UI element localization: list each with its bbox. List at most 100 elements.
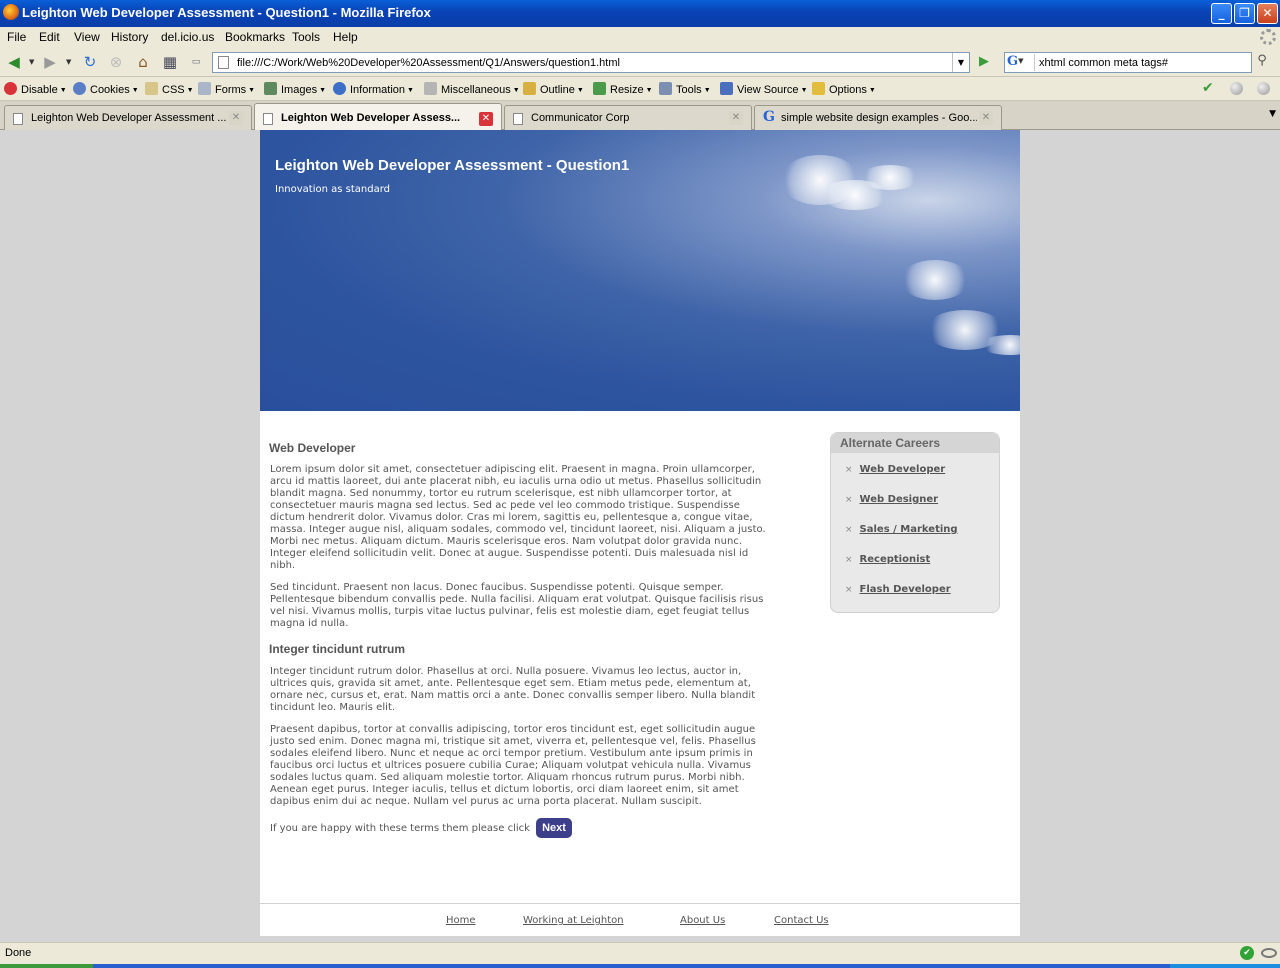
tab-close-icon[interactable]: ✕ — [229, 111, 243, 125]
tab-label: Leighton Web Developer Assessment ... — [31, 112, 227, 124]
web-developer-toolbar: Disable ▼ Cookies ▼ CSS ▼ Forms ▼ Images ▼ In… — [0, 77, 1280, 101]
status-bar: Done ✔ — [0, 942, 1280, 964]
dev-images-menu[interactable]: Images ▼ — [264, 82, 326, 96]
cookies-icon — [73, 82, 86, 95]
reload-icon[interactable]: ↻ — [80, 53, 100, 71]
menu-history[interactable]: History — [111, 30, 148, 44]
tab-label: simple website design examples - Goo... — [781, 112, 977, 124]
list-all-tabs-icon[interactable]: ▼ — [1269, 109, 1276, 119]
career-link-web-developer[interactable]: Web Developer — [860, 464, 946, 475]
status-eye-icon[interactable] — [1261, 948, 1277, 958]
tab-communicator-corp[interactable]: Communicator Corp ✕ — [504, 105, 752, 130]
dev-options-menu[interactable]: Options ▼ — [812, 82, 876, 96]
alternate-careers-box: Alternate Careers × Web Developer × Web De… — [830, 432, 1000, 613]
menu-view[interactable]: View — [74, 30, 100, 44]
header-banner: Leighton Web Developer Assessment - Ques… — [260, 130, 1020, 411]
list-item: × Web Developer — [845, 464, 958, 494]
throbber-icon — [1260, 29, 1276, 45]
options-key-icon — [812, 82, 825, 95]
footer-link-about-us[interactable]: About Us — [680, 915, 725, 926]
menu-help[interactable]: Help — [333, 30, 358, 44]
dev-cookies-menu[interactable]: Cookies ▼ — [73, 82, 139, 96]
paragraph: Integer tincidunt rutrum dolor. Phasellu… — [270, 666, 756, 713]
css-icon — [145, 82, 158, 95]
menu-edit[interactable]: Edit — [39, 30, 60, 44]
stop-icon[interactable]: ⊗ — [106, 53, 126, 71]
forward-history-dropdown-icon[interactable]: ▼ — [66, 58, 71, 66]
back-arrow-icon[interactable]: ◀ — [4, 53, 24, 71]
tab-bar: Leighton Web Developer Assessment ... ✕ … — [0, 101, 1280, 131]
search-bar[interactable]: G▼ — [1004, 52, 1252, 73]
dev-tools-menu[interactable]: Tools ▼ — [659, 82, 711, 96]
dev-css-menu[interactable]: CSS ▼ — [145, 82, 194, 96]
list-item: × Flash Developer — [845, 584, 958, 614]
tab-close-icon[interactable]: ✕ — [479, 112, 493, 126]
images-icon — [264, 82, 277, 95]
career-link-web-designer[interactable]: Web Designer — [860, 494, 939, 505]
footer-link-contact-us[interactable]: Contact Us — [774, 915, 829, 926]
dev-view-source-menu[interactable]: View Source ▼ — [720, 82, 808, 96]
career-link-sales-marketing[interactable]: Sales / Marketing — [860, 524, 958, 535]
call-to-action: If you are happy with these terms them p… — [270, 818, 769, 838]
page-container: Leighton Web Developer Assessment - Ques… — [260, 130, 1020, 936]
dev-disable-menu[interactable]: Disable ▼ — [4, 82, 67, 96]
miscellaneous-icon — [424, 82, 437, 95]
search-magnifier-icon[interactable]: ⚲ — [1252, 53, 1272, 72]
url-dropdown-icon[interactable]: ▼ — [952, 53, 969, 72]
dev-outline-menu[interactable]: Outline ▼ — [523, 82, 584, 96]
tab-leighton-1[interactable]: Leighton Web Developer Assessment ... ✕ — [4, 105, 252, 130]
taskbar-strip — [0, 964, 1280, 968]
menu-tools[interactable]: Tools — [292, 30, 320, 44]
google-engine-icon[interactable]: G▼ — [1007, 54, 1035, 71]
careers-list: × Web Developer × Web Designer × Sales / Ma… — [845, 464, 958, 614]
dev-information-menu[interactable]: Information ▼ — [333, 82, 414, 96]
forward-arrow-icon[interactable]: ▶ — [40, 53, 60, 71]
tab-label: Communicator Corp — [531, 112, 630, 124]
tab-close-icon[interactable]: ✕ — [729, 111, 743, 125]
tab-close-icon[interactable]: ✕ — [979, 111, 993, 125]
tab-leighton-active[interactable]: Leighton Web Developer Assess... ✕ — [254, 103, 502, 131]
bullet-x-icon: × — [845, 585, 853, 595]
bullet-x-icon: × — [845, 525, 853, 535]
dev-resize-menu[interactable]: Resize ▼ — [593, 82, 653, 96]
sidebar-title: Alternate Careers — [831, 433, 999, 453]
page-info-icon[interactable]: ▦ — [160, 53, 180, 71]
cloud-image — [980, 335, 1020, 355]
home-icon[interactable]: ⌂ — [133, 53, 153, 71]
navigation-toolbar: ◀ ▼ ▶ ▼ ↻ ⊗ ⌂ ▦ ▭ ▼ ▶ G▼ ⚲ — [0, 48, 1280, 77]
js-validation-status-icon[interactable] — [1257, 82, 1270, 95]
disable-icon — [4, 82, 17, 95]
career-link-flash-developer[interactable]: Flash Developer — [860, 584, 951, 595]
tab-label: Leighton Web Developer Assess... — [281, 112, 461, 124]
paragraph: Lorem ipsum dolor sit amet, consectetuer… — [270, 464, 766, 571]
tab-google-search[interactable]: G simple website design examples - Goo..… — [754, 105, 1002, 130]
status-ok-icon[interactable]: ✔ — [1240, 946, 1254, 960]
search-input[interactable] — [1039, 55, 1249, 70]
next-button[interactable]: Next — [536, 818, 572, 838]
minimize-button[interactable]: _ — [1211, 3, 1232, 24]
google-icon: G — [763, 109, 775, 125]
dev-forms-menu[interactable]: Forms ▼ — [198, 82, 255, 96]
back-history-dropdown-icon[interactable]: ▼ — [29, 58, 34, 66]
career-link-receptionist[interactable]: Receptionist — [860, 554, 931, 565]
menu-file[interactable]: File — [7, 30, 26, 44]
main-content: Web Developer Lorem ipsum dolor sit amet… — [269, 441, 769, 838]
url-input[interactable] — [237, 55, 937, 70]
validation-check-icon[interactable]: ✔ — [1202, 80, 1214, 96]
dev-miscellaneous-menu[interactable]: Miscellaneous ▼ — [424, 82, 520, 96]
tag-icon[interactable]: ▭ — [186, 53, 206, 71]
maximize-button[interactable]: ❐ — [1234, 3, 1255, 24]
close-window-button[interactable]: ✕ — [1257, 3, 1278, 24]
window-title-bar: Leighton Web Developer Assessment - Ques… — [0, 0, 1280, 27]
tools-wrench-icon — [659, 82, 672, 95]
footer-link-home[interactable]: Home — [446, 915, 476, 926]
menu-bookmarks[interactable]: Bookmarks — [225, 30, 285, 44]
go-arrow-icon[interactable]: ▶ — [975, 54, 993, 70]
url-bar[interactable]: ▼ — [212, 52, 970, 73]
css-validation-status-icon[interactable] — [1230, 82, 1243, 95]
menu-delicious[interactable]: del.icio.us — [161, 30, 214, 44]
page-icon — [218, 56, 229, 69]
paragraph: Sed tincidunt. Praesent non lacus. Donec… — [270, 582, 764, 629]
cta-text: If you are happy with these terms them p… — [270, 823, 530, 834]
footer-link-working-at-leighton[interactable]: Working at Leighton — [523, 915, 624, 926]
